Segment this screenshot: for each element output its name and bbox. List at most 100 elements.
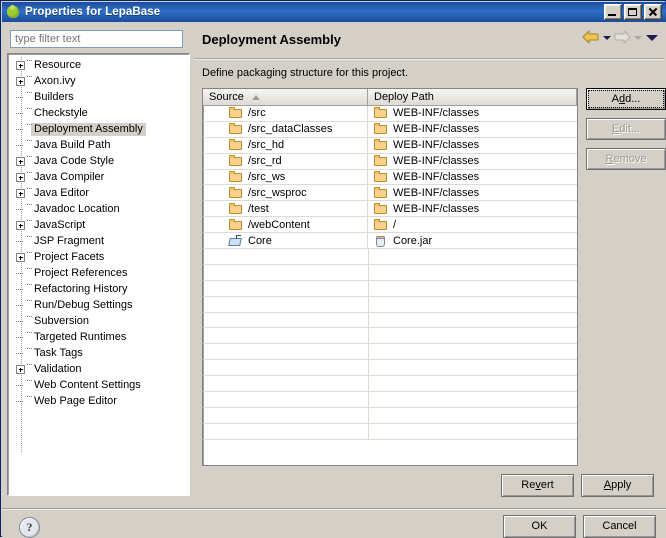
cell-source-label: /test	[248, 202, 269, 215]
tree-connector	[25, 233, 33, 249]
table-empty-row[interactable]	[203, 407, 577, 424]
sidebar-item-axon-ivy[interactable]: Axon.ivy	[8, 73, 189, 89]
table-empty-row[interactable]	[203, 423, 577, 440]
tree-leaf-icon	[16, 269, 25, 278]
dialog-footer: ? OK Cancel	[2, 509, 666, 538]
table-row[interactable]: /src_dataClasses WEB-INF/classes	[203, 121, 577, 138]
sidebar-item-java-compiler[interactable]: Java Compiler	[8, 169, 189, 185]
cell-source-label: /src_wsproc	[248, 186, 307, 199]
dialog-body: Resource Axon.ivy Builders Checkstyle Deploy…	[2, 22, 666, 538]
table-empty-row[interactable]	[203, 296, 577, 313]
sidebar-item-targeted-runtimes[interactable]: Targeted Runtimes	[8, 329, 189, 345]
sidebar-item-web-content-settings[interactable]: Web Content Settings	[8, 377, 189, 393]
settings-tree-pane[interactable]: Resource Axon.ivy Builders Checkstyle Deploy…	[7, 53, 190, 496]
expand-icon[interactable]	[16, 156, 25, 166]
expand-icon[interactable]	[16, 364, 25, 374]
expand-icon[interactable]	[16, 60, 25, 70]
jar-icon	[374, 235, 388, 247]
sidebar-item-deployment-assembly[interactable]: Deployment Assembly	[8, 121, 189, 137]
sidebar-item-label: Web Content Settings	[34, 378, 141, 391]
column-header-source[interactable]: Source	[203, 89, 368, 106]
table-row[interactable]: Core Core.jar	[203, 233, 577, 250]
sidebar-item-javadoc-location[interactable]: Javadoc Location	[8, 201, 189, 217]
table-empty-row[interactable]	[203, 360, 577, 377]
expand-icon[interactable]	[16, 252, 25, 262]
table-empty-row[interactable]	[203, 392, 577, 408]
cell-deploy-path	[369, 297, 577, 312]
sidebar-item-resource[interactable]: Resource	[8, 57, 189, 73]
table-row[interactable]: /webContent /	[203, 217, 577, 234]
back-dropdown-icon[interactable]	[602, 30, 611, 44]
table-body: /src WEB-INF/classes/src_dataClasses WEB-I…	[203, 106, 577, 440]
table-row[interactable]: /src WEB-INF/classes	[203, 106, 577, 122]
table-row[interactable]: /src_wsproc WEB-INF/classes	[203, 185, 577, 202]
maximize-button[interactable]	[624, 4, 642, 20]
sidebar-item-label: JSP Fragment	[34, 234, 105, 247]
back-arrow-icon[interactable]	[582, 29, 600, 45]
table-empty-row[interactable]	[203, 328, 577, 345]
cell-source-label: Core	[248, 234, 272, 247]
sidebar-item-project-references[interactable]: Project References	[8, 265, 189, 281]
table-row[interactable]: /src_rd WEB-INF/classes	[203, 153, 577, 170]
title-bar: Properties for LepaBase	[2, 2, 666, 22]
column-header-deploy-path[interactable]: Deploy Path	[368, 89, 577, 106]
ok-button-label: OK	[531, 520, 548, 532]
view-menu-icon[interactable]	[644, 30, 658, 44]
sidebar-item-javascript[interactable]: JavaScript	[8, 217, 189, 233]
table-empty-row[interactable]	[203, 376, 577, 393]
sidebar-item-jsp-fragment[interactable]: JSP Fragment	[8, 233, 189, 249]
table-empty-row[interactable]	[203, 249, 577, 265]
cell-source	[203, 249, 369, 264]
cell-deploy-path-label: WEB-INF/classes	[393, 171, 480, 183]
sidebar-item-label: JavaScript	[34, 218, 86, 231]
expand-icon[interactable]	[16, 172, 25, 182]
table-empty-row[interactable]	[203, 264, 577, 281]
folder-icon	[229, 218, 243, 231]
tree-connector	[25, 393, 33, 409]
cell-deploy-path	[369, 424, 577, 439]
sidebar-item-project-facets[interactable]: Project Facets	[8, 249, 189, 265]
tree-connector	[25, 201, 33, 217]
sidebar-item-java-build-path[interactable]: Java Build Path	[8, 137, 189, 153]
table-empty-row[interactable]	[203, 280, 577, 297]
sidebar-item-refactoring-history[interactable]: Refactoring History	[8, 281, 189, 297]
sidebar-item-java-editor[interactable]: Java Editor	[8, 185, 189, 201]
sidebar-item-task-tags[interactable]: Task Tags	[8, 345, 189, 361]
sidebar-item-subversion[interactable]: Subversion	[8, 313, 189, 329]
minimize-button[interactable]	[604, 4, 622, 20]
expand-icon[interactable]	[16, 220, 25, 230]
tree-leaf-icon	[16, 141, 25, 150]
expand-icon[interactable]	[16, 76, 25, 86]
table-row[interactable]: /test WEB-INF/classes	[203, 201, 577, 218]
cell-deploy-path	[369, 344, 577, 359]
add-button[interactable]: Add...	[586, 88, 666, 110]
filter-input[interactable]	[10, 30, 183, 48]
sidebar-item-validation[interactable]: Validation	[8, 361, 189, 377]
cell-source	[203, 312, 369, 328]
cell-source-label: /webContent	[248, 218, 310, 231]
cell-deploy-path	[369, 265, 577, 280]
apply-button[interactable]: Apply	[581, 474, 654, 497]
cell-deploy-path-label: WEB-INF/classes	[393, 123, 480, 136]
sidebar-item-checkstyle[interactable]: Checkstyle	[8, 105, 189, 121]
ok-button[interactable]: OK	[503, 515, 576, 538]
close-button[interactable]	[644, 4, 662, 20]
folder-icon	[229, 186, 243, 199]
expand-icon[interactable]	[16, 188, 25, 198]
table-row[interactable]: /src_ws WEB-INF/classes	[203, 169, 577, 186]
cell-deploy-path: WEB-INF/classes	[368, 138, 577, 153]
cancel-button[interactable]: Cancel	[583, 515, 656, 538]
table-empty-row[interactable]	[203, 312, 577, 329]
help-question-icon[interactable]: ?	[19, 517, 40, 538]
sidebar-item-java-code-style[interactable]: Java Code Style	[8, 153, 189, 169]
revert-button[interactable]: Revert	[501, 474, 574, 497]
sidebar-item-builders[interactable]: Builders	[8, 89, 189, 105]
sidebar-item-run-debug-settings[interactable]: Run/Debug Settings	[8, 297, 189, 313]
cell-source-label: /src_ws	[248, 171, 286, 183]
sidebar-item-web-page-editor[interactable]: Web Page Editor	[8, 393, 189, 409]
table-row[interactable]: /src_hd WEB-INF/classes	[203, 137, 577, 154]
table-empty-row[interactable]	[203, 344, 577, 361]
tree-connector	[25, 329, 33, 345]
deployment-assembly-table[interactable]: Source Deploy Path /src WEB-INF/classes/s…	[202, 88, 578, 466]
remove-button-label: Remove	[605, 153, 647, 165]
